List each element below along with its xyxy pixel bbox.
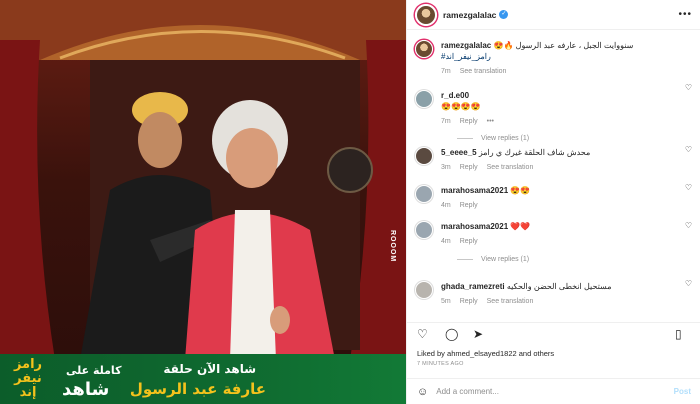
caption: ramezgalalac 😍🔥 سنووايت الجبل ، عارفه عب… xyxy=(407,31,700,77)
reply-button[interactable]: Reply xyxy=(460,238,478,245)
comment-age: 4m xyxy=(441,202,451,209)
add-comment-bar: ☺ Add a comment... Post xyxy=(407,378,700,404)
post-sidebar: ramezgalalac ✓ ••• ramezgalalac 😍🔥 سنووا… xyxy=(406,0,700,404)
bookmark-icon[interactable]: ▯ xyxy=(675,327,691,341)
more-options-icon[interactable]: ••• xyxy=(678,9,692,20)
caption-hashtag[interactable]: #رامز_نيفر_اند xyxy=(441,51,693,62)
see-translation-link[interactable]: See translation xyxy=(487,164,534,171)
avatar[interactable] xyxy=(415,3,437,26)
comment-icon[interactable]: ◯ xyxy=(445,327,461,341)
comment-username[interactable]: 5_eeee_5 xyxy=(441,148,477,157)
comment-age: 5m xyxy=(441,298,451,305)
banner-guest-name: عارفة عبد الرسول xyxy=(129,380,266,398)
add-comment-input[interactable]: Add a comment... xyxy=(436,387,499,396)
comment-text: 😍😍😍😍 xyxy=(441,102,481,111)
post-button[interactable]: Post xyxy=(674,387,691,396)
watermark-text: ROOOM xyxy=(389,230,396,263)
reply-button[interactable]: Reply xyxy=(460,202,478,209)
heart-icon[interactable]: ♡ xyxy=(685,145,692,154)
heart-icon[interactable]: ♡ xyxy=(685,221,692,230)
comment-username[interactable]: marahosama2021 xyxy=(441,222,508,231)
comment-username[interactable]: marahosama2021 xyxy=(441,186,508,195)
comment-text: مستحيل انخطى الحضن والحكيه xyxy=(506,282,612,291)
heart-icon[interactable]: ♡ xyxy=(417,327,433,341)
comment-text: 😍😍 xyxy=(510,186,531,195)
platform-logo: شاهد xyxy=(62,379,110,400)
comment-more-icon[interactable]: ••• xyxy=(487,118,494,125)
post-username[interactable]: ramezgalalac xyxy=(443,10,496,20)
share-icon[interactable]: ➤ xyxy=(473,327,489,341)
post-header: ramezgalalac ✓ ••• xyxy=(407,0,700,30)
reply-button[interactable]: Reply xyxy=(460,118,478,125)
banner-watch-now: شاهد الآن حلقة xyxy=(163,362,256,376)
comments-list: ramezgalalac 😍🔥 سنووايت الجبل ، عارفه عب… xyxy=(407,31,700,315)
avatar[interactable] xyxy=(415,221,433,239)
heart-icon[interactable]: ♡ xyxy=(685,183,692,192)
see-translation-link[interactable]: See translation xyxy=(460,68,507,75)
instagram-post-view: ROOOM رامز نيفر إند كاملة على شاهد الآن … xyxy=(0,0,700,404)
caption-text: 😍🔥 سنووايت الجبل ، عارفه عبد الرسول xyxy=(493,41,634,50)
comment-age: 3m xyxy=(441,164,451,171)
heart-icon[interactable]: ♡ xyxy=(685,279,692,288)
comment-text: محدش شاف الحلقة غيرك ي رامز xyxy=(478,148,591,157)
emoji-icon[interactable]: ☺ xyxy=(417,386,428,398)
likes-summary[interactable]: Liked by ahmed_elsayed1822 and others xyxy=(417,349,554,358)
comment-age: 7m xyxy=(441,118,451,125)
avatar[interactable] xyxy=(415,40,433,58)
promo-banner: رامز نيفر إند كاملة على شاهد الآن حلقة ش… xyxy=(0,354,406,404)
show-logo: رامز نيفر إند xyxy=(13,357,43,400)
post-photo: ROOOM رامز نيفر إند كاملة على شاهد الآن … xyxy=(0,0,406,404)
caption-age: 7m xyxy=(441,68,451,75)
banner-available-on: كاملة على xyxy=(66,364,122,377)
comment-item: r_d.e00 😍😍😍😍 7m Reply ••• ♡ View replies… xyxy=(407,77,700,142)
post-timestamp: 7 MINUTES AGO xyxy=(417,361,464,367)
reply-button[interactable]: Reply xyxy=(460,164,478,171)
comment-item: marahosama2021 ❤️❤️ 4m Reply ♡ View repl… xyxy=(407,215,700,273)
see-translation-link[interactable]: See translation xyxy=(487,298,534,305)
avatar[interactable] xyxy=(415,147,433,165)
comment-text: ❤️❤️ xyxy=(510,222,531,231)
comment-username[interactable]: r_d.e00 xyxy=(441,91,469,100)
photo-scene xyxy=(0,0,406,360)
avatar[interactable] xyxy=(415,281,433,299)
avatar[interactable] xyxy=(415,90,433,108)
verified-badge-icon: ✓ xyxy=(499,10,509,19)
comment-item: 5_eeee_5 محدش شاف الحلقة غيرك ي رامز 3m … xyxy=(407,139,700,177)
avatar[interactable] xyxy=(415,185,433,203)
comment-item: ghada_ramezreti مستحيل انخطى الحضن والحك… xyxy=(407,273,700,313)
heart-icon[interactable]: ♡ xyxy=(685,83,692,92)
comment-item: marahosama2021 😍😍 4m Reply ♡ xyxy=(407,177,700,215)
comment-age: 4m xyxy=(441,238,451,245)
reply-button[interactable]: Reply xyxy=(460,298,478,305)
view-replies-button[interactable]: View replies (1) xyxy=(457,256,693,263)
action-bar: ♡ ◯ ➤ ▯ xyxy=(407,322,700,342)
caption-username[interactable]: ramezgalalac xyxy=(441,41,491,50)
comment-username[interactable]: ghada_ramezreti xyxy=(441,282,505,291)
